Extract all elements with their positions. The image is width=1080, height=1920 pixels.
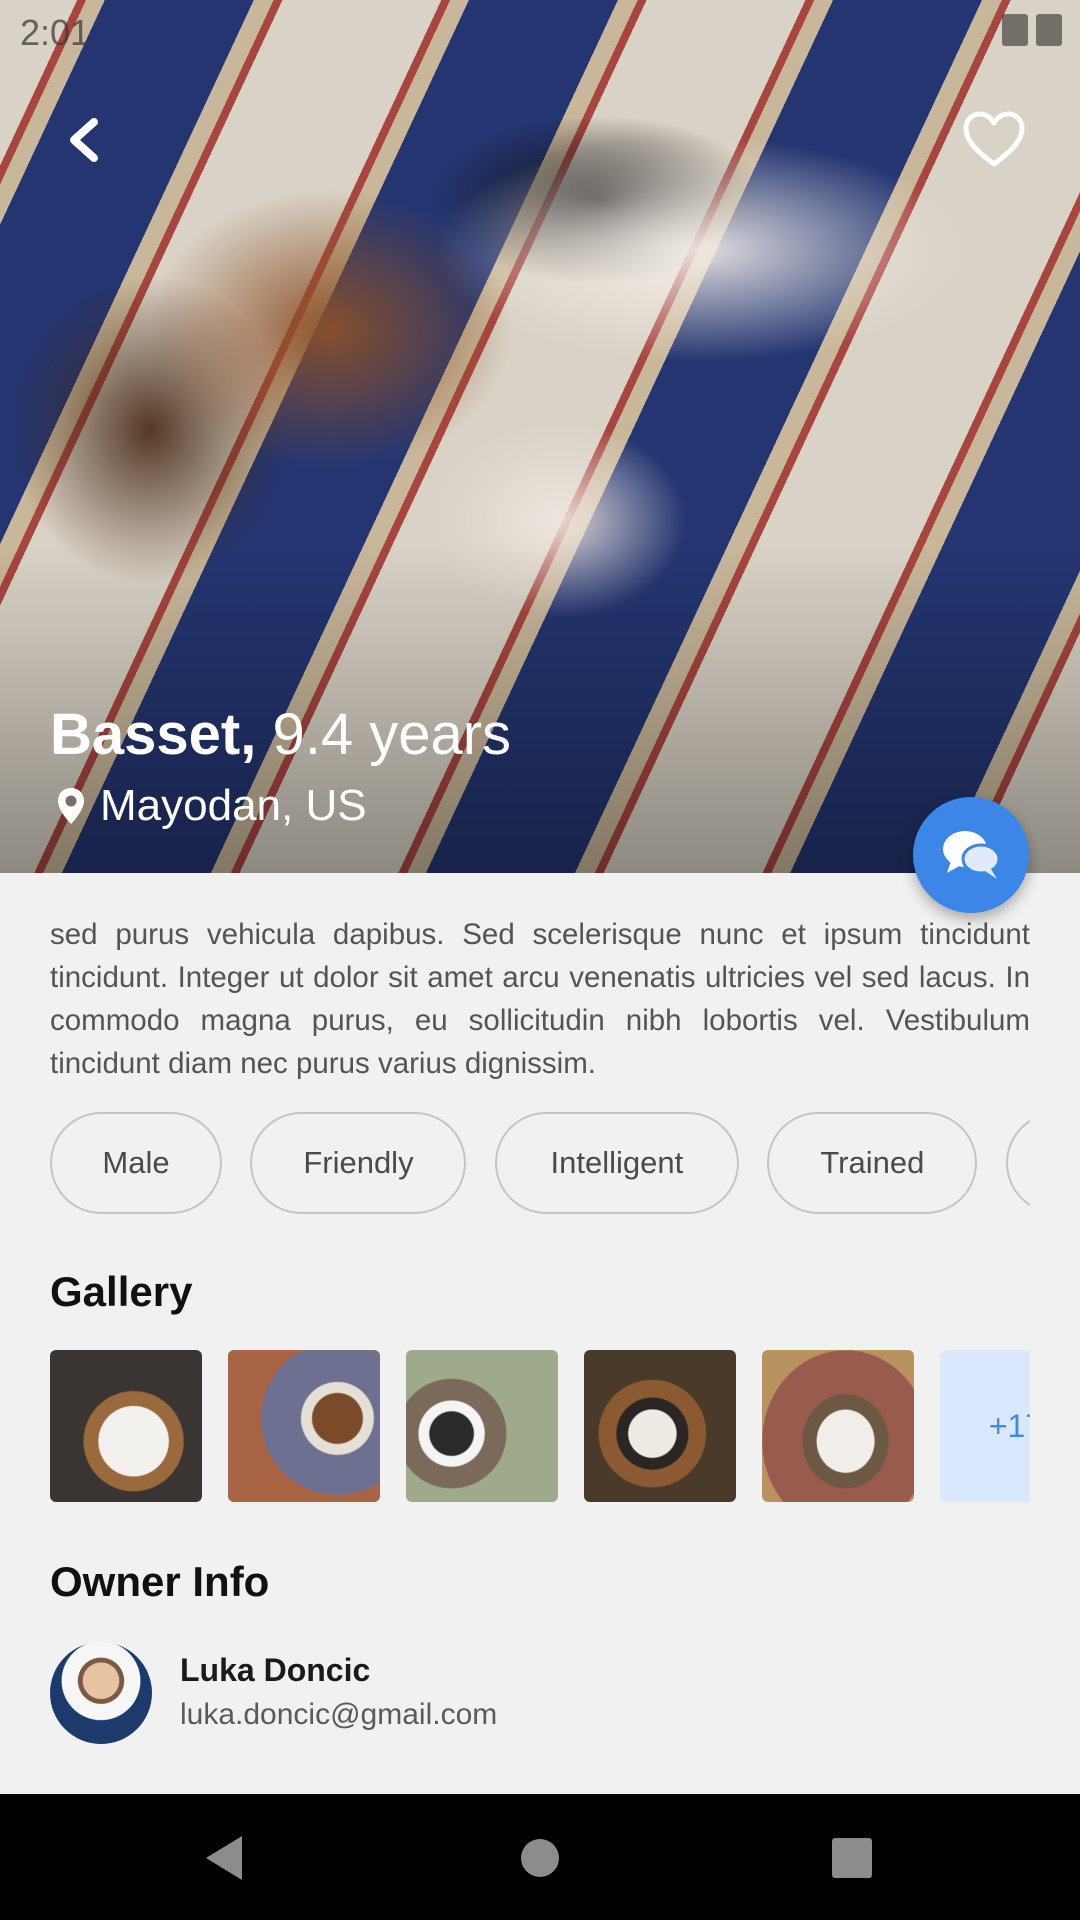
gallery-strip: +17 <box>50 1350 1030 1502</box>
triangle-back-icon <box>206 1836 242 1880</box>
map-pin-icon <box>58 788 84 824</box>
trait-chip-friendly[interactable]: Friendly <box>250 1112 467 1214</box>
pet-location-text: Mayodan, US <box>100 781 367 830</box>
trait-chip-partial[interactable] <box>1005 1112 1030 1214</box>
status-bar-icons <box>1002 14 1062 46</box>
status-bar-time: 2:01 <box>20 12 91 53</box>
chat-bubbles-icon <box>943 831 1001 879</box>
back-button[interactable] <box>60 112 110 168</box>
trait-chips: Male Friendly Intelligent Trained <box>50 1112 1030 1214</box>
heart-outline-icon <box>963 111 1025 167</box>
chat-button[interactable] <box>913 797 1029 913</box>
circle-home-icon <box>521 1839 559 1877</box>
pet-description-text: sed purus vehicula dapibus. Sed sceleris… <box>50 918 1030 1080</box>
trait-chip-male[interactable]: Male <box>50 1112 222 1214</box>
gallery-thumbnail[interactable] <box>228 1350 380 1502</box>
owner-avatar[interactable] <box>50 1642 152 1744</box>
gallery-thumbnail[interactable] <box>762 1350 914 1502</box>
pet-location: Mayodan, US <box>56 778 367 834</box>
gallery-more-button[interactable]: +17 <box>940 1350 1030 1502</box>
pet-breed: Basset, <box>50 702 257 767</box>
gallery-thumbnail[interactable] <box>584 1350 736 1502</box>
owner-name: Luka Doncic <box>180 1652 371 1688</box>
trait-chip-intelligent[interactable]: Intelligent <box>494 1112 739 1214</box>
pet-name-age: Basset, 9.4 years <box>50 700 511 770</box>
wifi-icon <box>1002 14 1028 46</box>
gallery-thumbnail[interactable] <box>406 1350 558 1502</box>
battery-icon <box>1036 14 1062 46</box>
owner-info-title: Owner Info <box>50 1558 270 1605</box>
square-recents-icon <box>832 1838 872 1878</box>
nav-home-button[interactable] <box>512 1830 568 1886</box>
gallery-title: Gallery <box>50 1268 193 1315</box>
chevron-left-icon <box>70 118 98 162</box>
system-navigation-bar <box>0 1794 1080 1920</box>
owner-email[interactable]: luka.doncic@gmail.com <box>180 1698 497 1732</box>
favorite-button[interactable] <box>962 110 1026 170</box>
gallery-thumbnail[interactable] <box>50 1350 202 1502</box>
pet-age: 9.4 years <box>272 702 512 767</box>
nav-recents-button[interactable] <box>824 1830 880 1886</box>
trait-chip-trained[interactable]: Trained <box>767 1112 978 1214</box>
nav-back-button[interactable] <box>198 1830 254 1886</box>
pet-description: sed purus vehicula dapibus. Sed sceleris… <box>50 896 1030 1086</box>
